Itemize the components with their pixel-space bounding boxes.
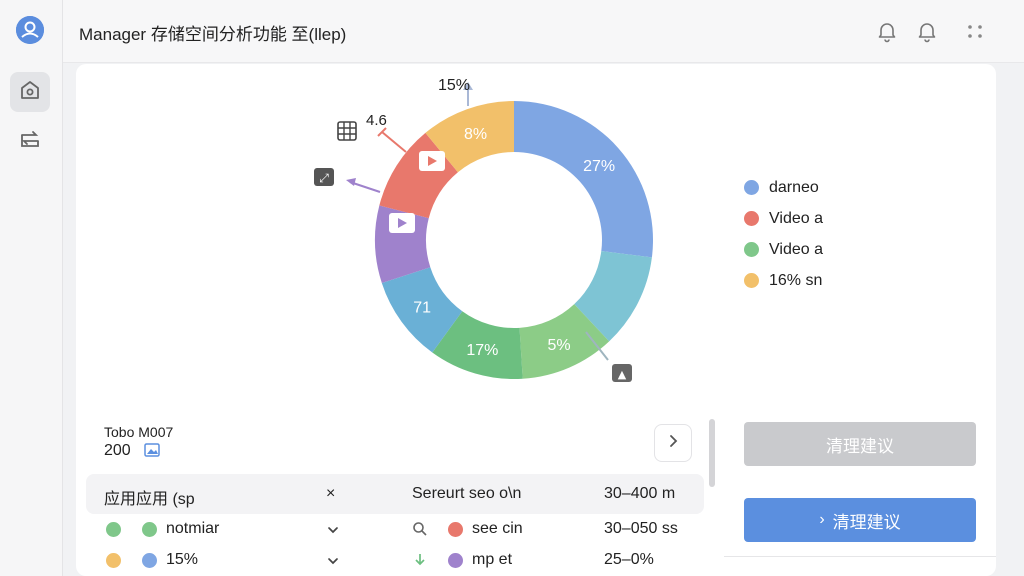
cleanup-suggestion-button-disabled[interactable]: 清理建议 [744,422,976,466]
more-grid-icon[interactable] [964,19,986,43]
next-button[interactable] [654,424,692,462]
chevron-down-icon[interactable] [326,523,340,537]
transfer-icon [18,126,42,155]
bell-icon[interactable] [876,19,898,43]
annotation-top: 15% [438,77,473,106]
row-label: mp et [472,551,513,568]
avatar[interactable] [16,16,44,44]
home-icon [18,78,42,107]
category-dot [448,553,463,568]
app-window: Manager 存储空间分析功能 至(llep) 27% 5% 17% 71 8% [0,0,1024,576]
summary-label: Tobo M007 [104,424,174,440]
annotation-left-top: 4.6 [337,112,407,153]
annotation-left-mid: ⤢ [314,168,381,193]
divider [724,556,996,557]
row-value: 30–050 ss [604,520,678,537]
svg-text:⤢: ⤢ [318,171,329,185]
category-dot [142,553,157,568]
legend-dot [744,242,759,257]
legend-dot [744,211,759,226]
sidebar [0,0,63,576]
cleanup-suggestion-label: 清理建议 [832,512,901,532]
legend-label: Video a [769,240,823,258]
legend-item: darneo [744,172,823,203]
col-header-app: 应用应用 (sp [104,491,195,508]
legend-label: 16% sn [769,271,823,289]
table-row[interactable]: notmiar see cin 30–050 ss [86,514,704,545]
row-name: notmiar [166,520,220,537]
chevron-right-icon [665,433,681,454]
grid-icon [337,121,357,141]
col-header-close[interactable]: × [326,485,335,503]
legend-item: 16% sn [744,265,823,296]
slice-label: 17% [466,342,498,359]
cleanup-panel: 清理建议 › 清理建议 [724,404,996,576]
sidebar-item-transfer[interactable] [10,120,50,160]
row-value: 25–0% [604,551,654,568]
chevron-right-icon: › [819,511,825,528]
annotation-46: 4.6 [366,112,387,129]
col-header-size: 30–400 m [604,485,676,502]
sidebar-item-home[interactable] [10,72,50,112]
cleanup-suggestion-button[interactable]: › 清理建议 [744,498,976,542]
page-title: Manager 存储空间分析功能 至(llep) [79,25,347,44]
slice-label: 71 [413,300,431,317]
annotation-15: 15% [438,77,470,94]
video-icon [419,151,445,171]
main-card: 27% 5% 17% 71 8% 15% 4.6 ⤢ ▲ darneo Vide… [76,64,996,576]
summary-value: 200 [104,442,131,459]
row-name: 15% [166,551,199,568]
slice-label: 27% [583,158,615,175]
table-row[interactable]: 15% mp et 25–0% [86,545,704,576]
status-dot [106,553,121,568]
chevron-down-icon[interactable] [326,554,340,568]
status-dot [106,522,121,537]
donut-chart: 27% 5% 17% 71 8% 15% 4.6 ⤢ ▲ [314,77,653,382]
notification-icon[interactable] [916,19,938,43]
play-icon [389,213,415,233]
slice-label: 5% [548,337,571,354]
donut-slice[interactable] [514,101,653,258]
legend-item: Video a [744,203,823,234]
legend-dot [744,180,759,195]
chart-legend: darneo Video a Video a 16% sn [744,172,823,296]
download-icon [412,552,428,568]
legend-item: Video a [744,234,823,265]
header: Manager 存储空间分析功能 至(llep) [63,0,1024,63]
data-table: 应用应用 (sp × Sereurt seo o\n 30–400 m notm… [86,474,704,576]
category-dot [142,522,157,537]
search-icon [412,521,428,537]
scrollbar[interactable] [709,419,715,487]
category-dot [448,522,463,537]
slice-label: 8% [464,126,487,143]
image-icon [144,442,160,458]
legend-dot [744,273,759,288]
col-header-source: Sereurt seo o\n [412,485,522,502]
svg-text:▲: ▲ [618,368,627,381]
legend-label: darneo [769,178,819,196]
row-label: see cin [472,520,523,537]
table-header: 应用应用 (sp × Sereurt seo o\n 30–400 m [86,474,704,514]
legend-label: Video a [769,209,823,227]
